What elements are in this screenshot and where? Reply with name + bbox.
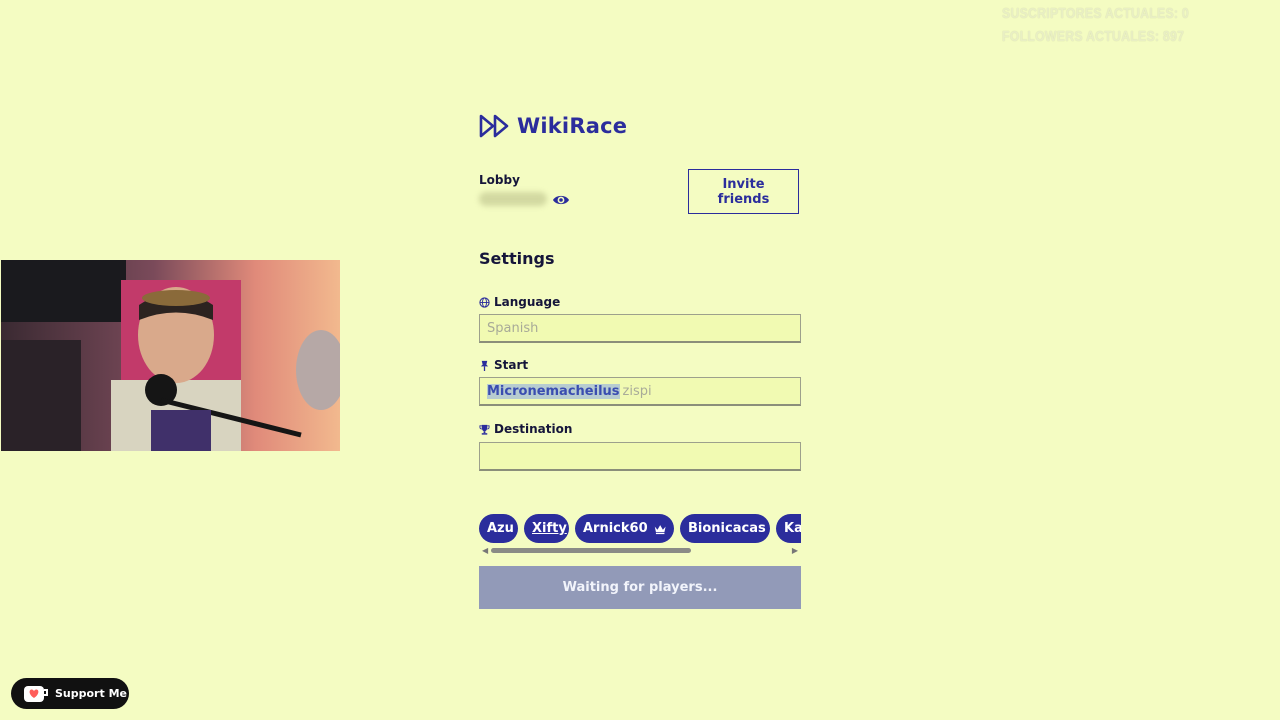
destination-label: Destination <box>479 422 572 436</box>
start-rest-text: zispi <box>622 383 652 399</box>
scroll-left-arrow-icon[interactable]: ◀ <box>482 546 488 555</box>
start-label: Start <box>479 358 528 372</box>
crown-icon <box>654 524 666 534</box>
player-chip[interactable]: Xifty <box>524 514 569 543</box>
globe-icon <box>479 296 490 308</box>
language-label: Language <box>479 295 560 309</box>
settings-heading: Settings <box>479 249 555 268</box>
support-me-button[interactable]: Support Me <box>11 678 129 709</box>
eye-icon[interactable] <box>552 192 570 208</box>
players-list[interactable]: Azu Xifty Arnick60 Bionicacas Ka ◀ ▶ <box>479 514 801 557</box>
fast-forward-icon <box>479 114 509 138</box>
app-logo[interactable]: WikiRace <box>479 114 627 138</box>
player-chip-host[interactable]: Arnick60 <box>575 514 674 543</box>
support-me-label: Support Me <box>55 687 127 700</box>
stream-overlay-stats: SUSCRIPTORES ACTUALES: 0 FOLLOWERS ACTUA… <box>1002 2 1189 48</box>
pin-icon <box>480 360 489 371</box>
scroll-thumb[interactable] <box>491 548 691 553</box>
start-selected-text: Micronemacheilus <box>487 383 620 399</box>
invite-friends-button[interactable]: Invite friends <box>688 169 799 214</box>
start-input[interactable]: Micronemacheilus zispi <box>479 377 801 406</box>
webcam-image <box>1 260 340 451</box>
language-value: Spanish <box>487 320 539 336</box>
players-scrollbar[interactable]: ◀ ▶ <box>479 546 801 555</box>
app-title: WikiRace <box>517 114 628 138</box>
cup-heart-icon <box>24 685 48 702</box>
webcam-feed <box>1 260 340 451</box>
waiting-for-players-button[interactable]: Waiting for players... <box>479 566 801 609</box>
trophy-icon <box>479 424 490 435</box>
lobby-label: Lobby <box>479 173 520 187</box>
lobby-code-hidden <box>479 192 547 206</box>
player-chip[interactable]: Azu <box>479 514 518 543</box>
scroll-right-arrow-icon[interactable]: ▶ <box>792 546 798 555</box>
player-chip[interactable]: Ka <box>776 514 801 543</box>
language-select[interactable]: Spanish <box>479 314 801 343</box>
subscribers-count: SUSCRIPTORES ACTUALES: 0 <box>1002 5 1190 22</box>
destination-input[interactable] <box>479 442 801 471</box>
followers-count: FOLLOWERS ACTUALES: 897 <box>1002 28 1185 45</box>
player-chip[interactable]: Bionicacas <box>680 514 770 543</box>
